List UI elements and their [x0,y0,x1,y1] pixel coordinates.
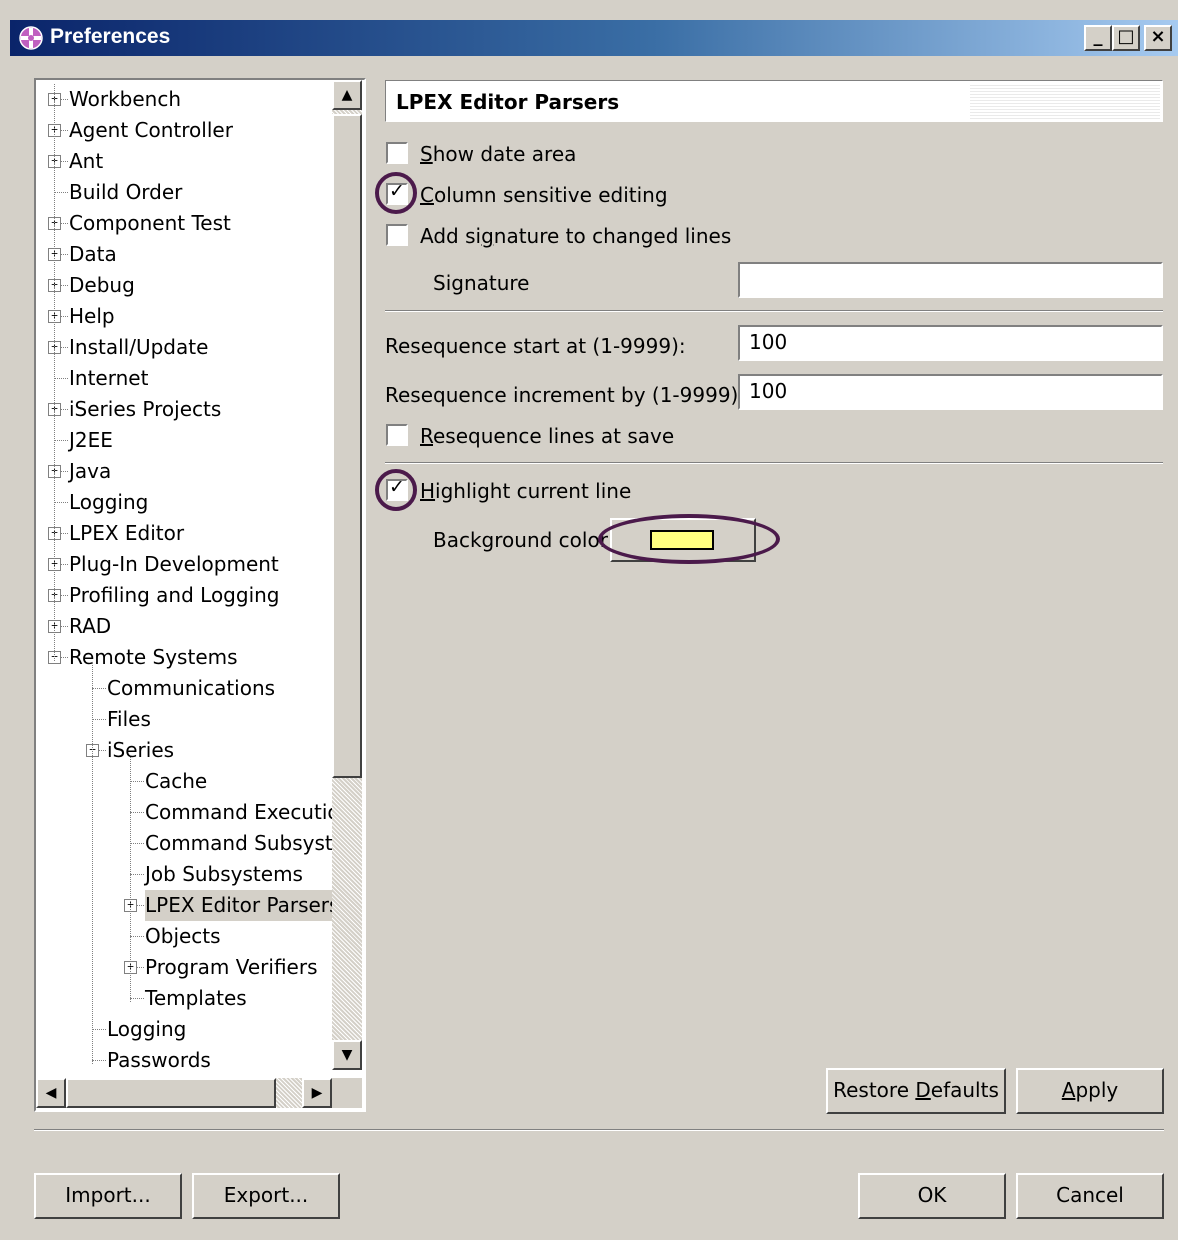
tree-connector [54,502,68,503]
apply-button[interactable]: Apply [1016,1068,1164,1114]
tree-connector [130,874,144,875]
tree-connector [130,781,144,782]
tree-connector [130,812,144,813]
tree-item[interactable]: Remote Systems [69,642,238,673]
tree-guide-line [130,755,131,1002]
minimize-button[interactable]: _ [1084,25,1112,51]
tree-item[interactable]: Job Subsystems [145,859,303,890]
tree-item[interactable]: Communications [107,673,275,704]
preferences-app-icon [19,26,43,50]
signature-label: Signature [433,271,530,295]
resequence-increment-label: Resequence increment by (1-9999): [385,383,746,407]
signature-field[interactable] [738,262,1163,298]
scroll-up-arrow-icon[interactable]: ▲ [332,80,362,110]
tree-item[interactable]: Debug [69,270,135,301]
tree-item[interactable]: J2EE [69,425,113,456]
tree-connector [130,998,144,999]
resequence-save-label: Resequence lines at save [420,424,675,448]
maximize-button[interactable]: □ [1112,25,1140,51]
tree-item[interactable]: Profiling and Logging [69,580,280,611]
import-button[interactable]: Import... [34,1173,182,1219]
tree-item[interactable]: Data [69,239,117,270]
tree-item[interactable]: Component Test [69,208,231,239]
annotation-circle-background-color [598,514,780,564]
separator-2 [385,462,1163,464]
scroll-left-arrow-icon[interactable]: ◀ [36,1078,66,1108]
tree-connector [92,719,106,720]
tree-item[interactable]: Agent Controller [69,115,233,146]
tree-horizontal-scrollbar[interactable]: ◀ ▶ [36,1078,332,1108]
tree-item[interactable]: RAD [69,611,111,642]
annotation-circle-highlight [375,469,417,511]
resequence-start-field[interactable]: 100 [738,325,1163,361]
tree-item[interactable]: LPEX Editor Parsers [145,890,332,921]
tree-vertical-scrollbar[interactable]: ▲ ▼ [332,80,362,1070]
title-bar[interactable]: Preferences _ □ × [10,20,1178,56]
tree-item[interactable]: Logging [107,1014,186,1045]
tree-item[interactable]: Templates [145,983,247,1014]
show-date-area-checkbox[interactable] [386,142,408,164]
annotation-circle-column-sensitive [375,172,417,214]
restore-defaults-button[interactable]: Restore Defaults [826,1068,1006,1114]
tree-connector [54,192,68,193]
close-button[interactable]: × [1144,25,1172,51]
header-decoration [970,83,1160,119]
preferences-window: Preferences _ □ × + Workbench + Agent Contr… [0,0,1178,1240]
tree-item[interactable]: Java [69,456,111,487]
window-title: Preferences [50,25,171,48]
cancel-button[interactable]: Cancel [1016,1173,1164,1219]
scroll-down-arrow-icon[interactable]: ▼ [332,1040,362,1070]
tree-connector [130,936,144,937]
tree-connector [54,440,68,441]
tree-item[interactable]: Internet [69,363,148,394]
tree-connector [92,1029,106,1030]
tree-connector [92,1060,106,1061]
tree-guide-line [92,662,93,1064]
scroll-right-arrow-icon[interactable]: ▶ [302,1078,332,1108]
add-signature-label: Add signature to changed lines [420,224,732,248]
tree-item[interactable]: Program Verifiers [145,952,318,983]
tree-item[interactable]: Objects [145,921,221,952]
tree-item[interactable]: Install/Update [69,332,208,363]
resequence-start-label: Resequence start at (1-9999): [385,334,686,358]
tree-item[interactable]: Ant [69,146,103,177]
tree-item[interactable]: iSeries [107,735,174,766]
tree-item[interactable]: Help [69,301,115,332]
tree-item[interactable]: Command Executio [145,797,332,828]
horizontal-scroll-thumb[interactable] [66,1078,276,1108]
tree-item[interactable]: Files [107,704,151,735]
background-color-label: Background color [433,528,608,552]
separator-1 [385,310,1163,312]
tree-item[interactable]: iSeries Projects [69,394,221,425]
ok-button[interactable]: OK [858,1173,1006,1219]
resequence-save-checkbox[interactable] [386,424,408,446]
tree-item[interactable]: LPEX Editor [69,518,184,549]
preferences-tree[interactable]: + Workbench + Agent Controller + Ant Build Ord… [34,78,366,1112]
tree-item[interactable]: Passwords [107,1045,211,1070]
highlight-line-label: Highlight current line [420,479,632,503]
page-title: LPEX Editor Parsers [396,90,620,114]
show-date-area-label: Show date area [420,142,577,166]
tree-item[interactable]: Command Subsyste [145,828,332,859]
resequence-increment-field[interactable]: 100 [738,374,1163,410]
export-button[interactable]: Export... [192,1173,340,1219]
tree-viewport: + Workbench + Agent Controller + Ant Build Ord… [36,80,332,1070]
footer-separator [34,1129,1164,1131]
tree-item[interactable]: Build Order [69,177,182,208]
tree-item[interactable]: Logging [69,487,148,518]
column-sensitive-label: Column sensitive editing [420,183,668,207]
tree-connector [92,688,106,689]
tree-item[interactable]: Workbench [69,84,181,115]
tree-connector [54,378,68,379]
add-signature-checkbox[interactable] [386,224,408,246]
tree-connector [130,843,144,844]
tree-guide-line [54,84,55,661]
vertical-scroll-thumb[interactable] [332,114,362,778]
scroll-corner [332,1078,362,1108]
tree-item[interactable]: Cache [145,766,207,797]
page-header: LPEX Editor Parsers [385,80,1163,122]
tree-item[interactable]: Plug-In Development [69,549,279,580]
